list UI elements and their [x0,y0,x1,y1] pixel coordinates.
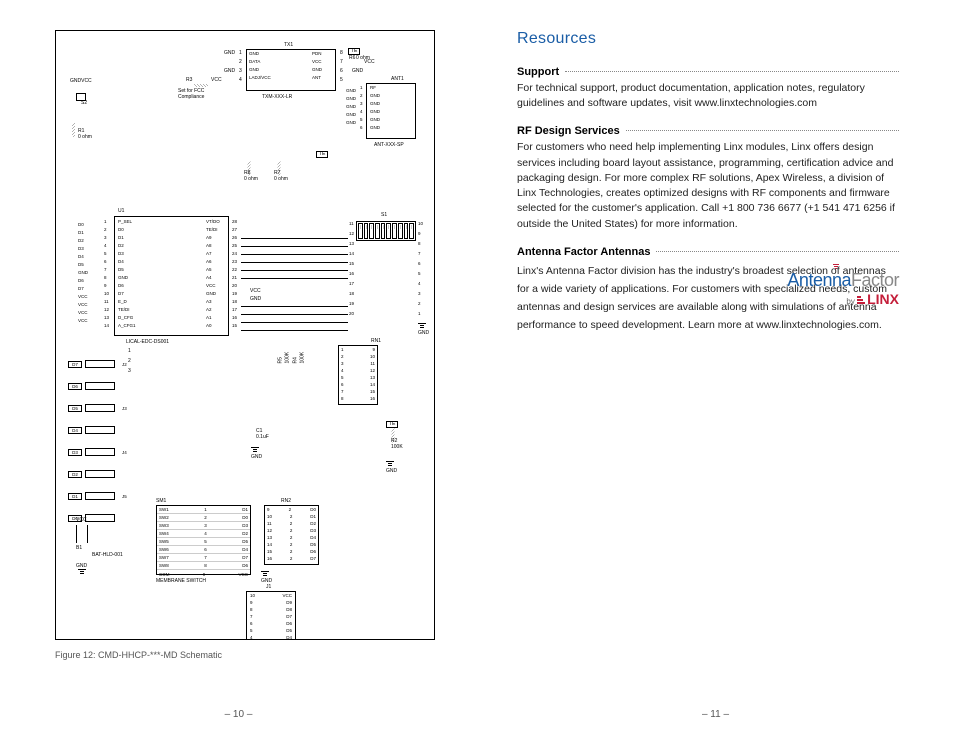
resources-heading: Resources [517,30,899,48]
rn1-ref: RN1 [371,339,381,344]
schematic-frame: GNDVCC S2 R1 0 ohm TX1 TXM-XXX-LR GND DA… [55,30,435,640]
bus-line [241,238,348,239]
r7-sym [277,162,282,176]
antenna-factor-logo: AntennaFactor by LINX [787,270,899,307]
j1-block: 10VCC 9D9 8D8 7D7 6D6 5D5 4D4 3D3 2D0 1G… [246,591,296,640]
r7-val: 0 ohm [274,177,288,182]
page-11: Resources Support For technical support,… [477,0,954,738]
diode-stack: D7J2 D6 D5J3 D4 D3J4 D2 D1J5 D0 [68,353,127,529]
page-number-right: – 11 – [477,709,954,720]
gnd-symbol [418,323,426,329]
page-10: GNDVCC S2 R1 0 ohm TX1 TXM-XXX-LR GND DA… [0,0,477,738]
support-body: For technical support, product documenta… [517,81,899,111]
te-label-3: TE [389,422,395,427]
r1-val: 0 ohm [78,135,92,140]
c1-gnd: GND [251,455,262,460]
u1-ref: U1 [118,209,124,214]
tx1-ref: TX1 [284,43,293,48]
u1-part: LICAL-EDC-DS001 [126,340,169,345]
s1-gnd: GND [418,331,429,336]
logo-antenna-word: Antenna [787,270,851,290]
logo-factor-word: Factor [851,270,899,290]
u1-vcc-net: VCC [250,289,261,294]
s1-ref: S1 [381,213,387,218]
r3-ref: R3 [186,78,192,83]
dotted-rule [656,251,899,252]
section-antenna-heading-row: Antenna Factor Antennas [517,246,899,258]
r6-val: 0 ohm [356,56,370,61]
figure-caption: Figure 12: CMD-HHCP-***-MD Schematic [55,650,447,660]
u1-pins-left-names: P_SEL D0 D1 D2 D3 D4 D5 GND D6 D7 E_D TE… [118,219,136,328]
tx1-gnd-3: GND [224,69,235,74]
ant1-pins-inside: RF GND GND GND GND GND [370,85,380,130]
logo-by: by [846,297,854,306]
u1-pins-right-names: VT/DO TE/DI A9 A8 A7 A6 A5 A4 VCC GND A3… [206,219,220,328]
u1-gnd-net: GND [250,297,261,302]
sm1-part: MEMBRANE SWITCH [156,579,206,584]
gndvcc-label: GNDVCC [70,79,92,84]
s2-switch [76,93,86,101]
r2-gnd: GND [386,469,397,474]
support-heading: Support [517,66,559,78]
tx1-part: TXM-XXX-LR [262,95,292,100]
te-label: TE [351,49,357,54]
page-number-left: – 10 – [0,709,477,720]
b1-battery: VCC B1 GND [76,517,88,569]
section-support-heading-row: Support [517,66,899,78]
ant1-nets: GND GND GND GND GND [346,85,356,125]
r1-symbol [71,123,76,137]
r2-sym [391,429,396,443]
u1-pins-left-nums: 1 2 3 4 5 6 7 8 9 10 11 12 13 14 [104,219,109,328]
r6-ref: R6 [349,56,355,61]
c1-val: 0.1uF [256,435,269,440]
section-rf-heading-row: RF Design Services [517,125,899,137]
ant1-pin-nums: 1 2 3 4 5 6 [360,85,363,130]
sm1-ref: SM1 [156,499,166,504]
u1-nets-left: D0 D1 D2 D3 D4 D5 GND D6 D7 VCC VCC VCC … [78,219,88,323]
r3-note: Set for FCC Compliance [178,89,228,100]
r4-val: 100K [301,352,306,364]
dotted-rule [626,130,899,131]
s1-dip [356,221,416,241]
rn1-block: 19 210 311 412 513 614 715 816 [338,345,378,405]
ant1-ref: ANT1 [391,77,404,82]
sm1-block: SW11D1 SW22D0 SW33D3 SW44D2 SW55D5 SW66D… [156,505,251,575]
tx1-gnd-6: GND [352,69,363,74]
j1-ref: J1 [266,585,271,590]
b1-part: BAT-HLD-001 [92,553,123,558]
tx1-pins-right: PDN VCC GND ANT [312,51,322,80]
antenna-heading: Antenna Factor Antennas [517,246,650,258]
r5-val: 100K [286,352,291,364]
u1-pins-right-nums: 28 27 26 25 24 23 22 21 20 19 18 17 16 1… [232,219,237,328]
s2-ref: S2 [81,101,87,106]
r4-ref: R4 [294,357,299,363]
rn2-ref: RN2 [281,499,291,504]
r8-sym [247,162,252,176]
rf-body: For customers who need help implementing… [517,140,899,231]
tx1-vcc-4: VCC [211,78,222,83]
ant1-part: ANT-XXX-SP [374,143,404,148]
s1-pins-right: 10987654321 [418,221,423,316]
dotted-rule [565,71,899,72]
r5-ref: R5 [279,357,284,363]
s1-pins-left: 11121314151617181920 [349,221,354,316]
tx1-pins-left: GND DATA GND LADJ/VCC [249,51,271,80]
rf-heading: RF Design Services [517,125,620,137]
linx-bars-icon [857,296,865,305]
r8-val: 0 ohm [244,177,258,182]
te-label-2: TE [319,152,325,157]
tx1-gnd-1: GND [224,51,235,56]
rn2-block: 92D0 102D1 112D2 122D3 132D4 142D5 152D6… [264,505,319,565]
logo-linx: LINX [867,291,899,307]
r2-val: 100K [391,445,403,450]
